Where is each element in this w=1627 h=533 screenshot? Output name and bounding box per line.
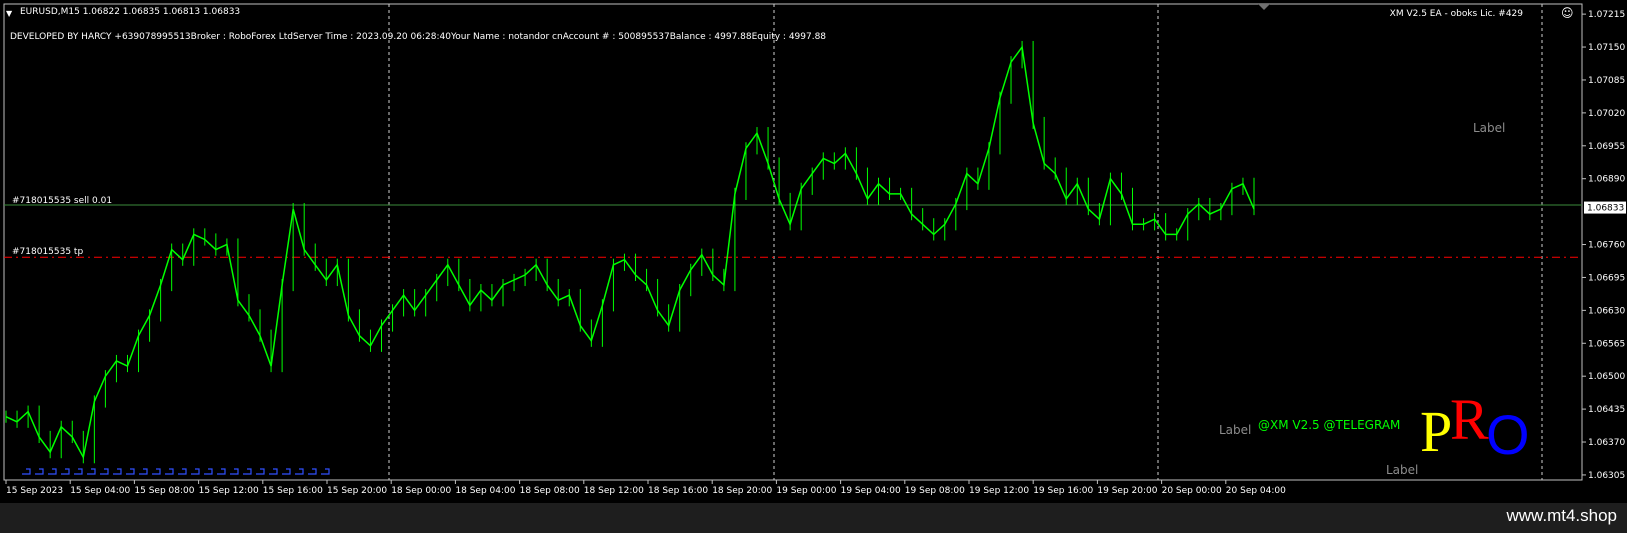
- x-tick-label-15: 19 Sep 12:00: [969, 486, 1029, 496]
- arrow-marker-7: [113, 468, 122, 475]
- x-tick-label-4: 15 Sep 16:00: [263, 486, 323, 496]
- y-tick-label-13: 1.06305: [1588, 471, 1625, 481]
- arrow-marker-12: [178, 468, 187, 475]
- dropdown-triangle-icon[interactable]: ▼: [6, 9, 12, 18]
- y-tick-label-7: 1.06695: [1588, 273, 1625, 283]
- price-axis: 1.07215 1.07150 1.07085 1.07020 1.06955 1.068…: [1582, 10, 1625, 481]
- x-tick-label-10: 18 Sep 16:00: [648, 486, 708, 496]
- pro-logo: P R O: [1420, 391, 1535, 466]
- x-tick-label-2: 15 Sep 08:00: [134, 486, 194, 496]
- y-tick-label-12: 1.06370: [1588, 438, 1625, 448]
- x-tick-label-12: 19 Sep 00:00: [776, 486, 836, 496]
- y-tick-label-5: 1.06890: [1588, 175, 1625, 185]
- y-tick-label-2: 1.07085: [1588, 76, 1625, 86]
- arrow-marker-18: [256, 468, 265, 475]
- candlestick-series: [5, 40, 1255, 464]
- y-tick-label-11: 1.06435: [1588, 405, 1625, 415]
- x-tick-label-18: 20 Sep 00:00: [1162, 486, 1222, 496]
- logo-letter-o: O: [1486, 403, 1530, 466]
- y-tick-label-4: 1.06955: [1588, 142, 1625, 152]
- arrow-marker-16: [230, 468, 239, 475]
- x-tick-label-19: 20 Sep 04:00: [1226, 486, 1286, 496]
- arrow-marker-3: [61, 468, 70, 475]
- logo-letter-r: R: [1450, 387, 1489, 452]
- telegram-text: @XM V2.5 @TELEGRAM: [1258, 418, 1401, 432]
- arrow-marker-8: [126, 468, 135, 475]
- label-text-mid: Label: [1219, 423, 1252, 437]
- current-price-tag: 1.06833: [1584, 201, 1626, 214]
- arrow-marker-19: [269, 468, 278, 475]
- svg-text:1.06833: 1.06833: [1587, 204, 1624, 214]
- arrow-marker-9: [139, 468, 148, 475]
- x-tick-label-7: 18 Sep 04:00: [455, 486, 515, 496]
- chart-shift-icon: [1258, 4, 1270, 10]
- x-tick-label-14: 19 Sep 08:00: [905, 486, 965, 496]
- watermark-text: www.mt4.shop: [1506, 506, 1617, 525]
- y-tick-label-10: 1.06500: [1588, 372, 1625, 382]
- arrow-marker-10: [152, 468, 161, 475]
- sell-order-label[interactable]: #718015535 sell 0.01: [12, 196, 112, 206]
- arrow-marker-4: [74, 468, 83, 475]
- plot-border: [3, 3, 1583, 481]
- x-tick-label-3: 15 Sep 12:00: [199, 486, 259, 496]
- arrow-marker-11: [165, 468, 174, 475]
- tp-order-label[interactable]: #718015535 tp: [12, 247, 83, 257]
- arrow-marker-15: [217, 468, 226, 475]
- price-line: [5, 45, 1255, 460]
- arrow-marker-14: [204, 468, 213, 475]
- label-text-bottom: Label: [1386, 463, 1419, 477]
- arrow-marker-21: [295, 468, 304, 475]
- symbol-header: EURUSD,M15 1.06822 1.06835 1.06813 1.068…: [20, 7, 241, 17]
- arrow-marker-6: [100, 468, 109, 475]
- arrow-marker-5: [87, 468, 96, 475]
- x-tick-label-1: 15 Sep 04:00: [70, 486, 130, 496]
- ea-info: XM V2.5 EA - oboks Lic. #429: [1389, 9, 1523, 19]
- logo-letter-p: P: [1420, 399, 1453, 464]
- y-tick-label-9: 1.06565: [1588, 339, 1625, 349]
- arrow-marker-2: [48, 468, 57, 475]
- arrow-marker-0: [22, 468, 31, 475]
- chart-window[interactable]: 1.07215 1.07150 1.07085 1.07020 1.06955 1.068…: [0, 0, 1627, 503]
- arrow-markers: [22, 468, 330, 475]
- y-tick-label-6: 1.06760: [1588, 241, 1625, 251]
- y-tick-label-3: 1.07020: [1588, 109, 1625, 119]
- x-tick-label-0: 15 Sep 2023: [6, 486, 63, 496]
- y-tick-label-8: 1.06630: [1588, 306, 1625, 316]
- arrow-marker-22: [308, 468, 317, 475]
- arrow-marker-23: [321, 468, 330, 475]
- arrow-marker-13: [191, 468, 200, 475]
- arrow-marker-20: [282, 468, 291, 475]
- y-tick-label-1: 1.07150: [1588, 43, 1625, 53]
- arrow-marker-17: [243, 468, 252, 475]
- x-tick-label-11: 18 Sep 20:00: [712, 486, 772, 496]
- footer-bar: www.mt4.shop: [0, 503, 1627, 533]
- x-tick-label-16: 19 Sep 16:00: [1033, 486, 1093, 496]
- x-tick-label-17: 19 Sep 20:00: [1097, 486, 1157, 496]
- x-tick-label-6: 18 Sep 00:00: [391, 486, 451, 496]
- account-info-line: DEVELOPED BY HARCY +639078995513Broker :…: [10, 32, 827, 42]
- x-tick-label-13: 19 Sep 04:00: [841, 486, 901, 496]
- y-tick-label-0: 1.07215: [1588, 10, 1625, 20]
- label-text-top: Label: [1473, 121, 1506, 135]
- arrow-marker-1: [35, 468, 44, 475]
- time-axis: 15 Sep 2023 15 Sep 04:00 15 Sep 08:00 15 Se…: [5, 480, 1286, 496]
- smiley-icon: ☺: [1561, 6, 1574, 20]
- x-tick-label-9: 18 Sep 12:00: [584, 486, 644, 496]
- x-tick-label-8: 18 Sep 08:00: [520, 486, 580, 496]
- x-tick-label-5: 15 Sep 20:00: [327, 486, 387, 496]
